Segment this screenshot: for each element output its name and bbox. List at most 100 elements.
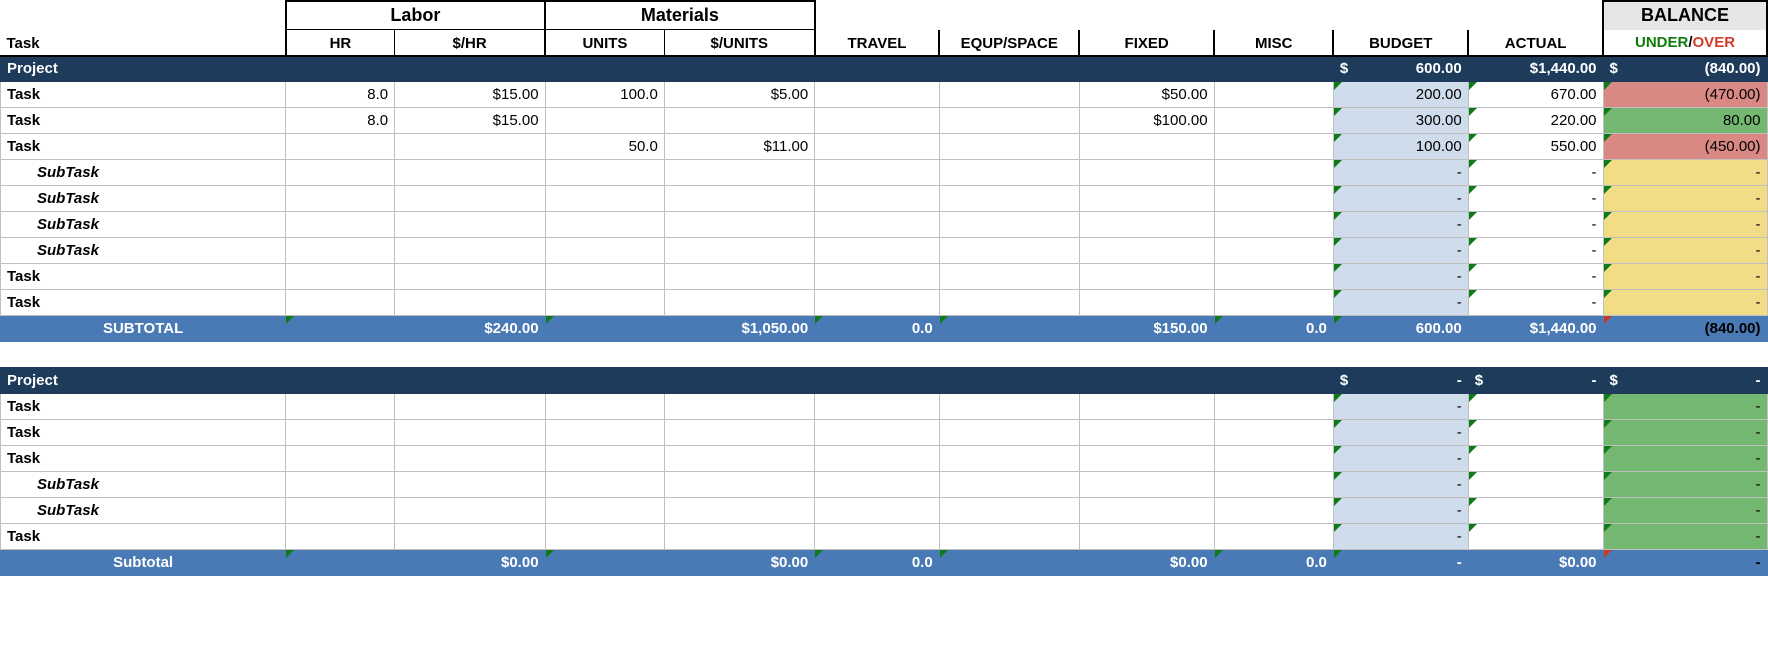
row-label[interactable]: Task [1, 524, 286, 550]
cell-per_hr[interactable] [395, 420, 545, 446]
cell-hr[interactable] [286, 498, 395, 524]
cell-units[interactable] [545, 472, 664, 498]
cell-per_hr[interactable] [395, 524, 545, 550]
cell-travel[interactable] [815, 394, 939, 420]
cell-fixed[interactable] [1079, 290, 1214, 316]
cell-travel[interactable] [815, 420, 939, 446]
cell-balance[interactable]: - [1603, 420, 1767, 446]
cell-actual[interactable]: 550.00 [1468, 134, 1603, 160]
cell-travel[interactable] [815, 212, 939, 238]
cell-budget[interactable]: - [1333, 212, 1468, 238]
cell-actual[interactable]: - [1468, 212, 1603, 238]
cell-hr[interactable] [286, 186, 395, 212]
cell-equip[interactable] [939, 134, 1079, 160]
cell-actual[interactable] [1468, 524, 1603, 550]
cell-fixed[interactable] [1079, 264, 1214, 290]
cell-per_unit[interactable] [664, 264, 814, 290]
cell-units[interactable] [545, 446, 664, 472]
cell-units[interactable]: 100.0 [545, 82, 664, 108]
row-label[interactable]: Task [1, 420, 286, 446]
cell-per_unit[interactable] [664, 212, 814, 238]
cell-hr[interactable]: 8.0 [286, 108, 395, 134]
cell-equip[interactable] [939, 420, 1079, 446]
cell-per_unit[interactable] [664, 394, 814, 420]
cell-units[interactable] [545, 238, 664, 264]
cell-budget[interactable]: - [1333, 472, 1468, 498]
cell-actual[interactable]: 220.00 [1468, 108, 1603, 134]
cell-equip[interactable] [939, 108, 1079, 134]
cell-travel[interactable] [815, 82, 939, 108]
cell-budget[interactable]: - [1333, 186, 1468, 212]
cell-actual[interactable]: - [1468, 238, 1603, 264]
cell-balance[interactable]: - [1603, 186, 1767, 212]
cell-per_hr[interactable]: $15.00 [395, 108, 545, 134]
cell-per_unit[interactable] [664, 524, 814, 550]
cell-budget[interactable]: - [1333, 264, 1468, 290]
row-label[interactable]: Task [1, 446, 286, 472]
cell-balance[interactable]: - [1603, 238, 1767, 264]
cell-fixed[interactable] [1079, 420, 1214, 446]
cell-units[interactable]: 50.0 [545, 134, 664, 160]
cell-equip[interactable] [939, 186, 1079, 212]
cell-hr[interactable] [286, 212, 395, 238]
cell-per_unit[interactable]: $11.00 [664, 134, 814, 160]
cell-equip[interactable] [939, 446, 1079, 472]
cell-fixed[interactable] [1079, 134, 1214, 160]
cell-per_unit[interactable]: $5.00 [664, 82, 814, 108]
cell-hr[interactable] [286, 472, 395, 498]
cell-equip[interactable] [939, 524, 1079, 550]
cell-balance[interactable]: - [1603, 212, 1767, 238]
cell-per_hr[interactable] [395, 160, 545, 186]
cell-per_hr[interactable] [395, 498, 545, 524]
cell-units[interactable] [545, 264, 664, 290]
cell-travel[interactable] [815, 472, 939, 498]
row-label[interactable]: SubTask [1, 498, 286, 524]
cell-per_unit[interactable] [664, 238, 814, 264]
cell-travel[interactable] [815, 186, 939, 212]
cell-units[interactable] [545, 394, 664, 420]
cell-hr[interactable]: 8.0 [286, 82, 395, 108]
cell-per_unit[interactable] [664, 498, 814, 524]
cell-fixed[interactable] [1079, 160, 1214, 186]
cell-per_hr[interactable] [395, 446, 545, 472]
cell-actual[interactable] [1468, 394, 1603, 420]
cell-budget[interactable]: 100.00 [1333, 134, 1468, 160]
cell-budget[interactable]: - [1333, 524, 1468, 550]
cell-balance[interactable]: (450.00) [1603, 134, 1767, 160]
cell-equip[interactable] [939, 290, 1079, 316]
row-label[interactable]: SubTask [1, 186, 286, 212]
cell-fixed[interactable] [1079, 524, 1214, 550]
cell-budget[interactable]: - [1333, 290, 1468, 316]
cell-fixed[interactable] [1079, 498, 1214, 524]
cell-actual[interactable]: - [1468, 160, 1603, 186]
cell-units[interactable] [545, 212, 664, 238]
cell-misc[interactable] [1214, 472, 1333, 498]
cell-per_hr[interactable]: $15.00 [395, 82, 545, 108]
cell-fixed[interactable] [1079, 238, 1214, 264]
cell-equip[interactable] [939, 82, 1079, 108]
row-label[interactable]: Task [1, 264, 286, 290]
cell-units[interactable] [545, 186, 664, 212]
cell-balance[interactable]: - [1603, 394, 1767, 420]
cell-fixed[interactable]: $100.00 [1079, 108, 1214, 134]
cell-misc[interactable] [1214, 134, 1333, 160]
cell-hr[interactable] [286, 160, 395, 186]
cell-travel[interactable] [815, 264, 939, 290]
cell-actual[interactable]: - [1468, 186, 1603, 212]
cell-equip[interactable] [939, 238, 1079, 264]
row-label[interactable]: SubTask [1, 472, 286, 498]
cell-balance[interactable]: - [1603, 264, 1767, 290]
cell-units[interactable] [545, 160, 664, 186]
cell-travel[interactable] [815, 134, 939, 160]
cell-actual[interactable] [1468, 420, 1603, 446]
cell-travel[interactable] [815, 498, 939, 524]
cell-equip[interactable] [939, 160, 1079, 186]
cell-per_hr[interactable] [395, 290, 545, 316]
cell-misc[interactable] [1214, 212, 1333, 238]
cell-units[interactable] [545, 108, 664, 134]
cell-misc[interactable] [1214, 446, 1333, 472]
cell-actual[interactable]: - [1468, 264, 1603, 290]
cell-misc[interactable] [1214, 290, 1333, 316]
cell-fixed[interactable] [1079, 186, 1214, 212]
row-label[interactable]: Task [1, 82, 286, 108]
